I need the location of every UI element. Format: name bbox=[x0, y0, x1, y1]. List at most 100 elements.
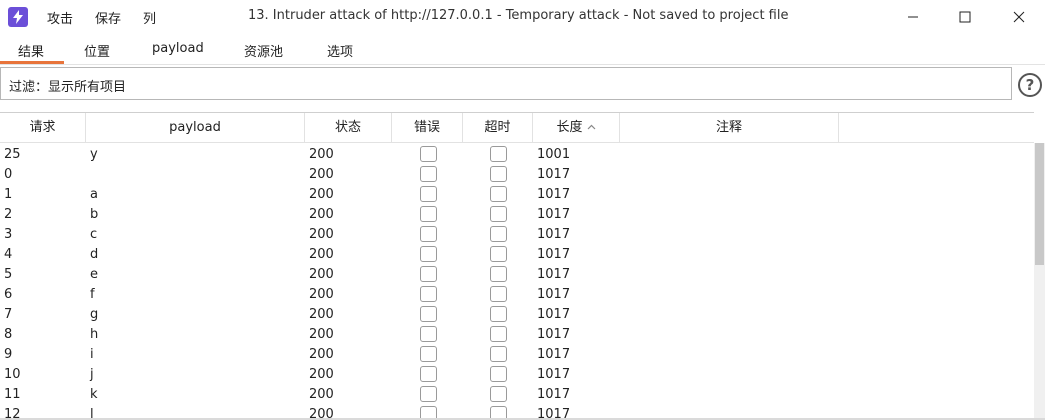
timeout-checkbox[interactable] bbox=[490, 206, 507, 222]
timeout-checkbox[interactable] bbox=[490, 366, 507, 382]
cell-length: 1017 bbox=[537, 347, 571, 362]
close-icon bbox=[1013, 11, 1025, 22]
cell-payload: k bbox=[90, 387, 98, 402]
column-header-status[interactable]: 状态 bbox=[305, 113, 392, 143]
cell-status: 200 bbox=[309, 147, 334, 162]
cell-request: 10 bbox=[4, 367, 21, 382]
cell-request: 1 bbox=[4, 187, 13, 202]
minimize-button[interactable] bbox=[890, 0, 936, 33]
cell-payload: a bbox=[90, 187, 98, 202]
table-row[interactable]: 6 f 200 1017 bbox=[0, 284, 1034, 304]
tab-options[interactable]: 选项 bbox=[327, 41, 353, 60]
table-row[interactable]: 2 b 200 1017 bbox=[0, 204, 1034, 224]
menu-save[interactable]: 保存 bbox=[95, 8, 121, 27]
table-row[interactable]: 9 i 200 1017 bbox=[0, 344, 1034, 364]
column-header-comment[interactable]: 注释 bbox=[620, 113, 839, 143]
cell-request: 5 bbox=[4, 267, 13, 282]
error-checkbox[interactable] bbox=[420, 166, 437, 182]
error-checkbox[interactable] bbox=[420, 206, 437, 222]
cell-request: 3 bbox=[4, 227, 13, 242]
cell-length: 1017 bbox=[537, 167, 571, 182]
table-row[interactable]: 0 200 1017 bbox=[0, 164, 1034, 184]
cell-length: 1017 bbox=[537, 247, 571, 262]
column-header-length[interactable]: 长度 bbox=[533, 113, 620, 143]
close-button[interactable] bbox=[996, 0, 1042, 33]
timeout-checkbox[interactable] bbox=[490, 286, 507, 302]
cell-request: 8 bbox=[4, 327, 13, 342]
filter-bar[interactable]: 过滤：显示所有项目 bbox=[0, 67, 1012, 100]
menu-columns[interactable]: 列 bbox=[143, 8, 156, 27]
cell-length: 1017 bbox=[537, 387, 571, 402]
table-row[interactable]: 4 d 200 1017 bbox=[0, 244, 1034, 264]
cell-request: 7 bbox=[4, 307, 13, 322]
error-checkbox[interactable] bbox=[420, 286, 437, 302]
window-title: 13. Intruder attack of http://127.0.0.1 … bbox=[248, 8, 789, 23]
maximize-button[interactable] bbox=[942, 0, 988, 33]
tab-results[interactable]: 结果 bbox=[18, 41, 44, 60]
help-icon[interactable]: ? bbox=[1018, 73, 1042, 97]
timeout-checkbox[interactable] bbox=[490, 146, 507, 162]
cell-payload: d bbox=[90, 247, 99, 262]
tab-payloads[interactable]: payload bbox=[152, 41, 204, 56]
tab-bar: 结果 位置 payload 资源池 选项 bbox=[0, 33, 1045, 65]
cell-length: 1017 bbox=[537, 307, 571, 322]
tab-resource-pool[interactable]: 资源池 bbox=[244, 41, 283, 60]
timeout-checkbox[interactable] bbox=[490, 226, 507, 242]
cell-length: 1001 bbox=[537, 147, 571, 162]
sort-ascending-icon bbox=[587, 124, 595, 130]
minimize-icon bbox=[908, 16, 918, 17]
table-row[interactable]: 11 k 200 1017 bbox=[0, 384, 1034, 404]
title-bar: 攻击 保存 列 13. Intruder attack of http://12… bbox=[0, 0, 1045, 33]
timeout-checkbox[interactable] bbox=[490, 246, 507, 262]
column-header-timeout[interactable]: 超时 bbox=[463, 113, 533, 143]
error-checkbox[interactable] bbox=[420, 266, 437, 282]
cell-length: 1017 bbox=[537, 207, 571, 222]
cell-status: 200 bbox=[309, 327, 334, 342]
table-row[interactable]: 25 y 200 1001 bbox=[0, 144, 1034, 164]
cell-status: 200 bbox=[309, 207, 334, 222]
cell-request: 25 bbox=[4, 147, 21, 162]
cell-payload: b bbox=[90, 207, 99, 222]
timeout-checkbox[interactable] bbox=[490, 166, 507, 182]
error-checkbox[interactable] bbox=[420, 186, 437, 202]
table-row[interactable]: 7 g 200 1017 bbox=[0, 304, 1034, 324]
timeout-checkbox[interactable] bbox=[490, 306, 507, 322]
cell-status: 200 bbox=[309, 247, 334, 262]
table-header: 请求 payload 状态 错误 超时 长度 注释 bbox=[0, 113, 1034, 143]
table-row[interactable]: 8 h 200 1017 bbox=[0, 324, 1034, 344]
error-checkbox[interactable] bbox=[420, 246, 437, 262]
cell-status: 200 bbox=[309, 347, 334, 362]
error-checkbox[interactable] bbox=[420, 306, 437, 322]
maximize-icon bbox=[959, 11, 971, 22]
table-row[interactable]: 5 e 200 1017 bbox=[0, 264, 1034, 284]
cell-payload: y bbox=[90, 147, 98, 162]
column-header-error[interactable]: 错误 bbox=[392, 113, 463, 143]
error-checkbox[interactable] bbox=[420, 226, 437, 242]
tab-positions[interactable]: 位置 bbox=[84, 41, 110, 60]
results-table: 请求 payload 状态 错误 超时 长度 注释 25 y 200 1001 0 200… bbox=[0, 112, 1034, 420]
timeout-checkbox[interactable] bbox=[490, 326, 507, 342]
table-row[interactable]: 3 c 200 1017 bbox=[0, 224, 1034, 244]
cell-request: 11 bbox=[4, 387, 21, 402]
cell-status: 200 bbox=[309, 227, 334, 242]
timeout-checkbox[interactable] bbox=[490, 186, 507, 202]
error-checkbox[interactable] bbox=[420, 386, 437, 402]
vertical-scrollbar[interactable] bbox=[1034, 143, 1045, 420]
error-checkbox[interactable] bbox=[420, 326, 437, 342]
menu-attack[interactable]: 攻击 bbox=[47, 8, 73, 27]
error-checkbox[interactable] bbox=[420, 366, 437, 382]
error-checkbox[interactable] bbox=[420, 146, 437, 162]
cell-request: 4 bbox=[4, 247, 13, 262]
error-checkbox[interactable] bbox=[420, 346, 437, 362]
timeout-checkbox[interactable] bbox=[490, 386, 507, 402]
timeout-checkbox[interactable] bbox=[490, 346, 507, 362]
column-header-request[interactable]: 请求 bbox=[0, 113, 86, 143]
cell-status: 200 bbox=[309, 287, 334, 302]
table-row[interactable]: 1 a 200 1017 bbox=[0, 184, 1034, 204]
column-header-payload[interactable]: payload bbox=[86, 113, 305, 143]
scrollbar-thumb[interactable] bbox=[1035, 143, 1044, 265]
table-row[interactable]: 10 j 200 1017 bbox=[0, 364, 1034, 384]
timeout-checkbox[interactable] bbox=[490, 266, 507, 282]
cell-status: 200 bbox=[309, 267, 334, 282]
cell-status: 200 bbox=[309, 367, 334, 382]
